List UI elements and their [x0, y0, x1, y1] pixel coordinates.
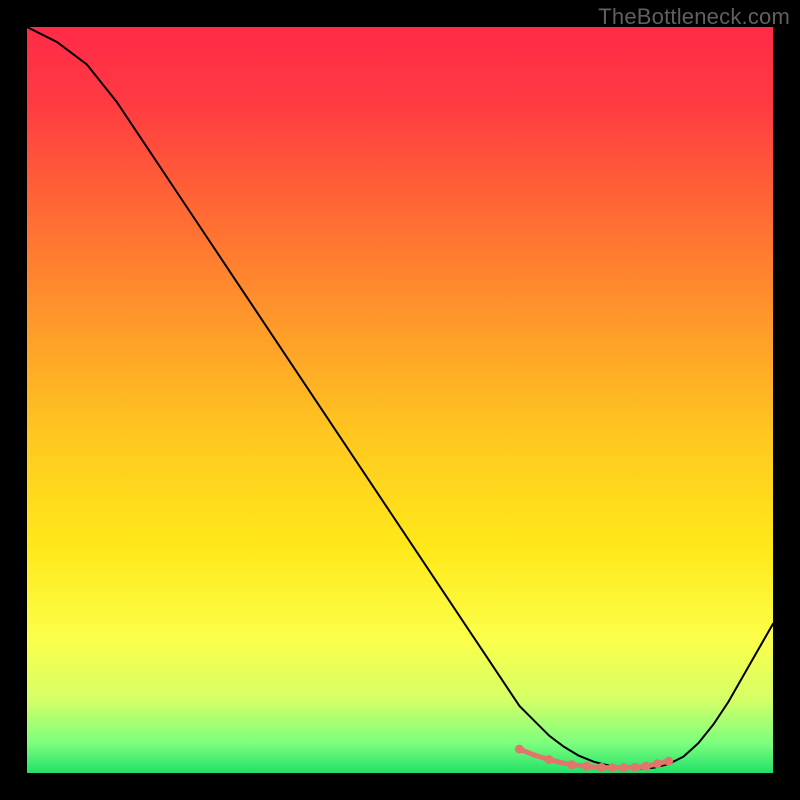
- marker-dot: [515, 745, 524, 754]
- marker-dot: [597, 763, 606, 772]
- marker-dot: [608, 763, 617, 772]
- chart-plot: [27, 27, 773, 773]
- chart-frame: TheBottleneck.com: [0, 0, 800, 800]
- marker-dot: [664, 757, 673, 766]
- marker-dot: [567, 760, 576, 769]
- watermark-text: TheBottleneck.com: [598, 4, 790, 30]
- marker-dot: [653, 759, 662, 768]
- marker-dot: [642, 762, 651, 771]
- chart-background: [27, 27, 773, 773]
- marker-dot: [619, 763, 628, 772]
- marker-dot: [545, 755, 554, 764]
- marker-dot: [630, 763, 639, 772]
- marker-dot: [582, 762, 591, 771]
